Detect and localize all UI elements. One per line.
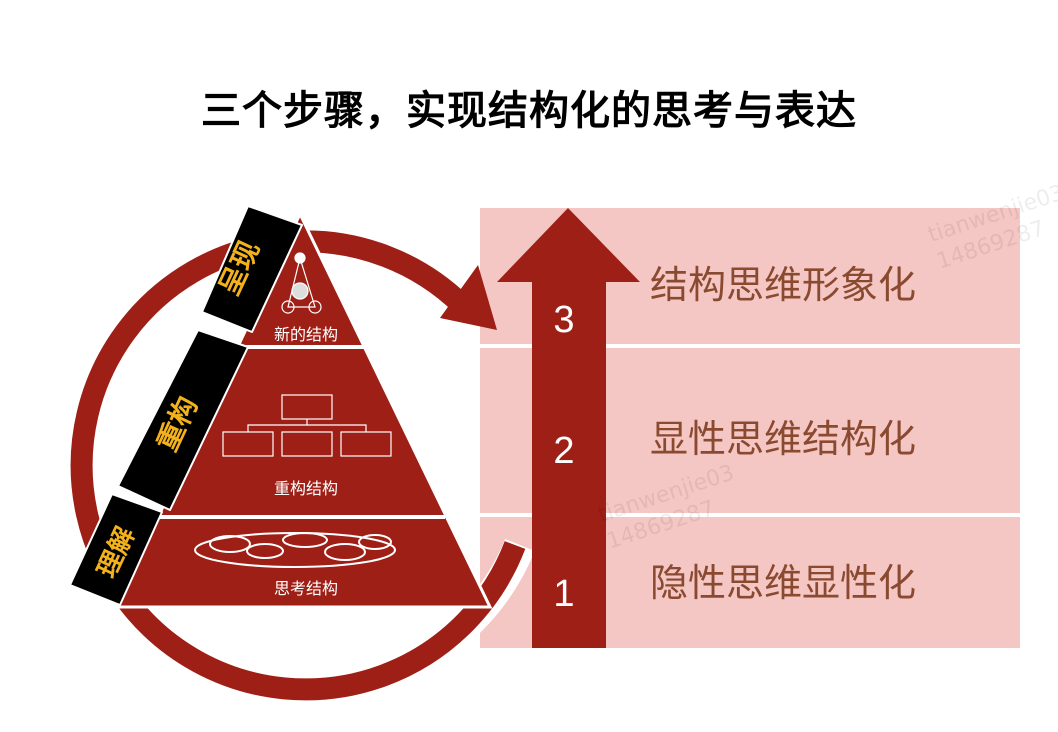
slide: 三个步骤，实现结构化的思考与表达 3 2 1 结构思维形象化 显性思维结构化 隐… [0,0,1058,732]
level-label-middle: 重构结构 [274,479,338,498]
step-number-3: 3 [553,299,574,341]
step-number-2: 2 [553,430,574,472]
level-label-bottom: 思考结构 [274,579,338,598]
step-label-2: 显性思维结构化 [650,417,916,461]
step-number-1: 1 [553,573,574,615]
structured-thinking-diagram: 3 2 1 结构思维形象化 显性思维结构化 隐性思维显性化 新的结构 重构结构 … [68,205,1020,703]
level-label-top: 新的结构 [274,325,338,344]
step-label-1: 隐性思维显性化 [650,561,916,605]
step-label-3: 结构思维形象化 [650,263,916,307]
